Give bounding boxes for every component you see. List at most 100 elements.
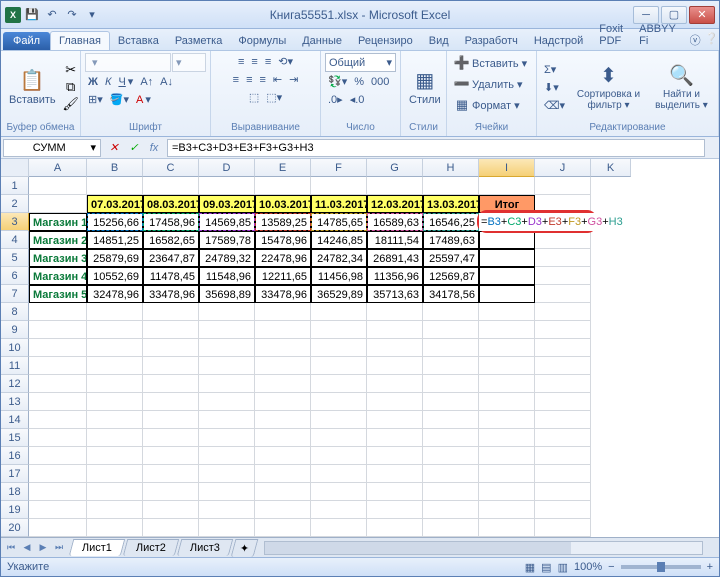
cell[interactable]: [199, 321, 255, 339]
row-header[interactable]: 10: [1, 339, 29, 357]
sheet-tab[interactable]: Лист3: [177, 539, 234, 556]
row-header[interactable]: 17: [1, 465, 29, 483]
cell[interactable]: [423, 303, 479, 321]
cell[interactable]: [423, 447, 479, 465]
cell[interactable]: [535, 519, 591, 537]
row-header[interactable]: 16: [1, 447, 29, 465]
align-top-icon[interactable]: ≡: [235, 53, 247, 70]
indent-dec-icon[interactable]: ⇤: [270, 71, 285, 88]
merge-button[interactable]: ⬚▾: [263, 89, 285, 106]
cell[interactable]: [29, 375, 87, 393]
cell[interactable]: [535, 483, 591, 501]
cell[interactable]: [423, 429, 479, 447]
cell[interactable]: [479, 465, 535, 483]
cell[interactable]: [143, 465, 199, 483]
view-normal-icon[interactable]: ▦: [525, 561, 535, 574]
cell[interactable]: [535, 447, 591, 465]
cell[interactable]: [367, 303, 423, 321]
cell[interactable]: [479, 411, 535, 429]
horizontal-scrollbar[interactable]: [264, 541, 703, 555]
format-painter-icon[interactable]: 🖌: [63, 96, 79, 112]
tab-home[interactable]: Главная: [50, 31, 110, 50]
cell[interactable]: 24782,34: [311, 249, 367, 267]
cell[interactable]: [199, 357, 255, 375]
cell[interactable]: [535, 249, 591, 267]
cell[interactable]: [479, 519, 535, 537]
cell[interactable]: [143, 357, 199, 375]
tab-dev[interactable]: Разработч: [457, 32, 526, 50]
zoom-level[interactable]: 100%: [574, 561, 602, 573]
col-header[interactable]: D: [199, 159, 255, 177]
cell[interactable]: [535, 303, 591, 321]
cell[interactable]: [29, 195, 87, 213]
cell[interactable]: [311, 465, 367, 483]
cell[interactable]: [367, 429, 423, 447]
cell[interactable]: [143, 501, 199, 519]
cell[interactable]: [535, 339, 591, 357]
cell[interactable]: [199, 339, 255, 357]
undo-icon[interactable]: ↶: [43, 6, 61, 24]
cell[interactable]: 32478,96: [87, 285, 143, 303]
zoom-out-icon[interactable]: −: [608, 561, 614, 573]
cell[interactable]: [423, 357, 479, 375]
cell[interactable]: 16546,25: [423, 213, 479, 231]
cell[interactable]: [535, 285, 591, 303]
cell[interactable]: [255, 357, 311, 375]
cell[interactable]: [143, 429, 199, 447]
cell[interactable]: [199, 375, 255, 393]
zoom-slider[interactable]: [621, 565, 701, 569]
cell[interactable]: 07.03.2017: [87, 195, 143, 213]
cell[interactable]: [255, 519, 311, 537]
sheet-tab[interactable]: Лист1: [69, 539, 126, 556]
cell[interactable]: [199, 483, 255, 501]
cell[interactable]: [367, 465, 423, 483]
cell[interactable]: [29, 357, 87, 375]
cell[interactable]: [199, 429, 255, 447]
cell[interactable]: [479, 447, 535, 465]
inc-decimal-icon[interactable]: .0▸: [325, 91, 346, 108]
cell[interactable]: [423, 375, 479, 393]
underline-button[interactable]: Ч▾: [115, 73, 136, 90]
align-center-icon[interactable]: ≡: [243, 71, 255, 88]
cell[interactable]: [87, 321, 143, 339]
cell[interactable]: [423, 483, 479, 501]
align-mid-icon[interactable]: ≡: [248, 53, 260, 70]
select-all-corner[interactable]: [1, 159, 29, 177]
cell[interactable]: [367, 447, 423, 465]
row-header[interactable]: 18: [1, 483, 29, 501]
cell[interactable]: [143, 177, 199, 195]
tab-nav-last-icon[interactable]: ⏭: [51, 540, 67, 556]
cell[interactable]: [535, 267, 591, 285]
cell[interactable]: [87, 411, 143, 429]
cell[interactable]: 14569,85: [199, 213, 255, 231]
scroll-thumb[interactable]: [265, 542, 571, 554]
redo-icon[interactable]: ↷: [63, 6, 81, 24]
cell[interactable]: 14785,65: [311, 213, 367, 231]
row-header[interactable]: 13: [1, 393, 29, 411]
cell[interactable]: [479, 501, 535, 519]
col-header[interactable]: B: [87, 159, 143, 177]
cell[interactable]: 35713,63: [367, 285, 423, 303]
cell[interactable]: 13589,25: [255, 213, 311, 231]
cell[interactable]: [423, 321, 479, 339]
indent-inc-icon[interactable]: ⇥: [286, 71, 301, 88]
cell[interactable]: [29, 393, 87, 411]
cell[interactable]: [29, 483, 87, 501]
tab-nav-prev-icon[interactable]: ◀: [19, 540, 35, 556]
cell[interactable]: [87, 393, 143, 411]
cell[interactable]: [199, 501, 255, 519]
cell[interactable]: [29, 411, 87, 429]
cell[interactable]: [199, 519, 255, 537]
tab-review[interactable]: Рецензиро: [350, 32, 421, 50]
col-header[interactable]: H: [423, 159, 479, 177]
cell[interactable]: 16589,63: [367, 213, 423, 231]
cell[interactable]: 11356,96: [367, 267, 423, 285]
cell[interactable]: [479, 267, 535, 285]
cell[interactable]: 17458,96: [143, 213, 199, 231]
cell[interactable]: 33478,96: [255, 285, 311, 303]
row-header[interactable]: 6: [1, 267, 29, 285]
sort-filter-button[interactable]: ⬍Сортировка и фильтр ▾: [571, 61, 646, 113]
cell[interactable]: [87, 483, 143, 501]
size-select[interactable]: ▾: [172, 53, 206, 72]
zoom-in-icon[interactable]: +: [707, 561, 713, 573]
